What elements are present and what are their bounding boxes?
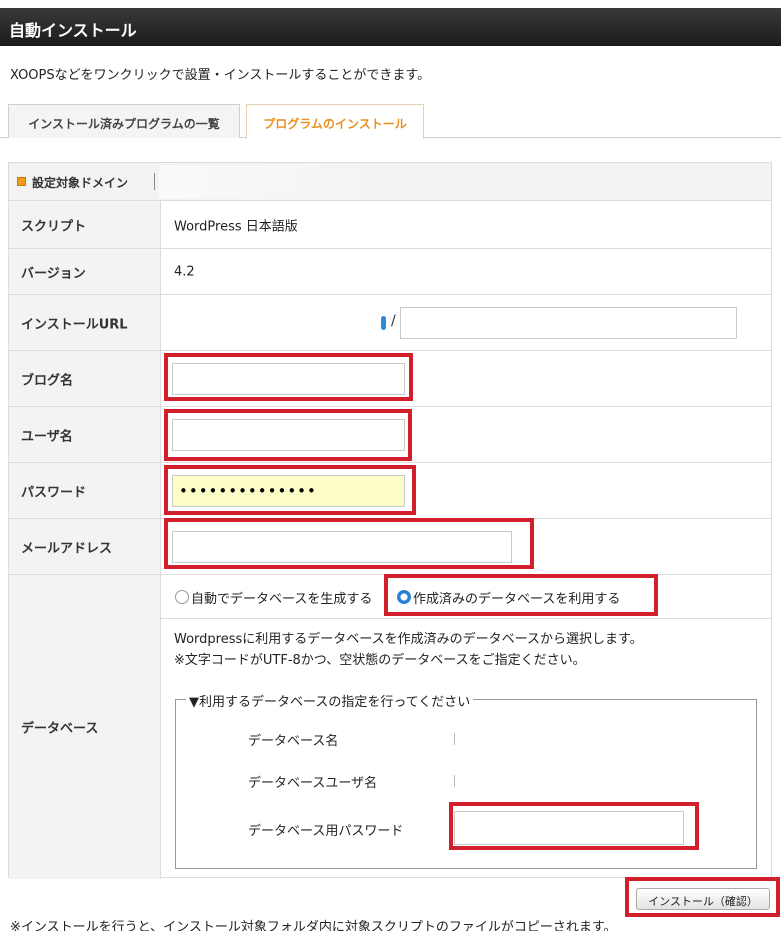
- install-url-label: インストールURL: [21, 317, 128, 332]
- page-title-bar: 自動インストール: [0, 8, 781, 46]
- tab-program-install[interactable]: プログラムのインストール: [246, 104, 424, 139]
- db-password-label: データベース用パスワード: [248, 824, 404, 839]
- db-name-separator: [454, 733, 455, 745]
- domain-select-edge: [381, 316, 386, 330]
- username-label: ユーザ名: [21, 429, 73, 444]
- radio-auto-create[interactable]: [175, 590, 189, 604]
- footnote: ※インストールを行うと、インストール対象フォルダ内に対象スクリプトのファイルがコ…: [10, 920, 617, 931]
- highlight-use-existing-db: [384, 574, 658, 616]
- blog-name-label: ブログ名: [21, 373, 74, 388]
- highlight-username: [164, 409, 412, 461]
- database-label: データベース: [21, 721, 99, 737]
- database-help-text: Wordpressに利用するデータベースを作成済みのデータベースから選択します。…: [174, 632, 643, 668]
- highlight-db-password: [449, 802, 699, 850]
- domain-label: 設定対象ドメイン: [32, 176, 129, 190]
- highlight-blog-name: [164, 353, 413, 401]
- highlight-password: [164, 465, 416, 515]
- db-name-label: データベース名: [248, 734, 339, 749]
- script-label: スクリプト: [21, 219, 87, 234]
- install-url-input[interactable]: [400, 307, 737, 339]
- highlight-email: [164, 518, 534, 569]
- domain-header: 設定対象ドメイン: [9, 163, 771, 201]
- version-value: 4.2: [174, 264, 195, 279]
- tab-installed-programs[interactable]: インストール済みプログラムの一覧: [8, 104, 240, 138]
- tab-bar: インストール済みプログラムの一覧 プログラムのインストール: [0, 104, 781, 139]
- db-user-separator: [454, 775, 455, 787]
- radio-auto-create-label[interactable]: 自動でデータベースを生成する: [191, 588, 372, 607]
- page-title: 自動インストール: [9, 21, 137, 40]
- section-marker-icon: [17, 177, 26, 186]
- row-version: バージョン 4.2: [9, 249, 771, 295]
- text-cursor: [154, 173, 155, 190]
- row-install-url: インストールURL /: [9, 295, 771, 351]
- row-script: スクリプト WordPress 日本語版: [9, 201, 771, 249]
- page-description: XOOPSなどをワンクリックで設置・インストールすることができます。: [10, 68, 431, 83]
- url-slash: /: [391, 313, 396, 329]
- password-label: パスワード: [21, 485, 87, 500]
- db-user-label: データベースユーザ名: [248, 776, 378, 791]
- version-label: バージョン: [21, 266, 86, 281]
- domain-value-blur: [159, 165, 374, 199]
- install-confirm-button[interactable]: インストール（確認）: [636, 888, 770, 910]
- fieldset-legend: ▼利用するデータベースの指定を行ってください: [186, 691, 474, 710]
- script-value: WordPress 日本語版: [174, 219, 298, 234]
- email-label: メールアドレス: [21, 541, 113, 556]
